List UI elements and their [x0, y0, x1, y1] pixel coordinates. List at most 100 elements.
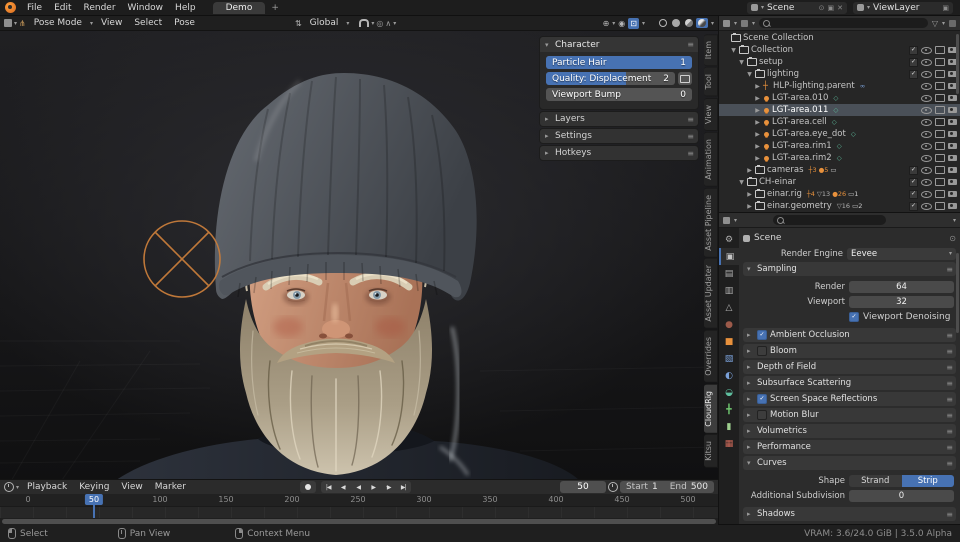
pin-icon[interactable]: ⊙ — [819, 4, 825, 12]
section-shadows[interactable]: ▸ Shadows ≡ — [743, 507, 956, 521]
tab-overrides[interactable]: Overrides — [704, 329, 718, 383]
tab-asset-updater[interactable]: Asset Updater — [704, 258, 718, 329]
disclosure-closed-icon[interactable]: ▶ — [754, 155, 761, 162]
panel-menu-icon[interactable]: ≡ — [946, 411, 953, 420]
timeline-menu-marker[interactable]: Marker — [149, 481, 192, 493]
preview-range-icon[interactable] — [607, 482, 618, 492]
additional-subdivision-field[interactable]: 0 — [849, 489, 954, 502]
viewport-canvas[interactable]: ▾ Character ≡ Particle Hair 1 Quality: Dis… — [0, 31, 718, 479]
slider-particle-hair[interactable]: Particle Hair 1 — [546, 56, 692, 69]
panel-menu-icon[interactable]: ≡ — [946, 443, 953, 452]
disable-render-icon[interactable] — [948, 155, 957, 161]
disable-viewport-icon[interactable] — [935, 58, 945, 66]
disclosure-open-icon[interactable]: ▼ — [746, 71, 753, 78]
properties-tab-tool[interactable]: ⚙ — [719, 231, 739, 248]
exclude-checkbox[interactable]: ✓ — [909, 189, 918, 199]
panel-menu-icon[interactable]: ≡ — [946, 265, 953, 274]
slider-viewport-bump[interactable]: Viewport Bump 0 — [546, 88, 692, 101]
disable-viewport-icon[interactable] — [935, 118, 945, 126]
hide-viewport-icon[interactable] — [921, 154, 932, 162]
section-vol[interactable]: ▸ Volumetrics ≡ — [743, 424, 956, 438]
workspace-tab-demo[interactable]: Demo — [212, 1, 266, 14]
panel-menu-icon[interactable]: ≡ — [687, 40, 694, 49]
jump-end-button[interactable]: ▶| — [396, 481, 411, 493]
menu-render[interactable]: Render — [78, 2, 122, 14]
tab-animation[interactable]: Animation — [704, 131, 718, 187]
tab-view[interactable]: View — [704, 97, 718, 131]
properties-tab-output[interactable]: ▤ — [719, 265, 739, 282]
timeline-scrollbar[interactable] — [0, 518, 718, 525]
disable-render-icon[interactable] — [948, 143, 957, 149]
menu-help[interactable]: Help — [169, 2, 202, 14]
hide-viewport-icon[interactable] — [921, 166, 932, 174]
panel-menu-icon[interactable]: ≡ — [946, 427, 953, 436]
panel-menu-icon[interactable]: ≡ — [946, 379, 953, 388]
tab-item[interactable]: Item — [704, 34, 718, 67]
tab-kitsu[interactable]: Kitsu — [704, 434, 718, 469]
playhead[interactable] — [93, 505, 95, 518]
properties-tab-scene[interactable]: △ — [719, 299, 739, 316]
jump-start-button[interactable]: |◀ — [321, 481, 336, 493]
disable-viewport-icon[interactable] — [935, 178, 945, 186]
disable-viewport-icon[interactable] — [935, 154, 945, 162]
viewport-denoising-checkbox[interactable]: ✓ — [849, 311, 859, 322]
section-sampling[interactable]: ▾ Sampling ≡ — [743, 262, 956, 276]
outliner-row[interactable]: ▼ CH-einar ✓ — [719, 176, 960, 188]
disclosure-closed-icon[interactable]: ▶ — [754, 131, 761, 138]
disclosure-closed-icon[interactable]: ▶ — [746, 203, 753, 210]
auto-key-button[interactable] — [299, 481, 316, 493]
outliner-search-input[interactable] — [759, 18, 928, 28]
menu-window[interactable]: Window — [122, 2, 170, 14]
xray-toggle[interactable]: ⊡ — [628, 17, 639, 29]
shading-rendered[interactable] — [695, 18, 708, 28]
blender-logo-icon[interactable] — [5, 2, 16, 13]
properties-tab-material[interactable]: ▦ — [719, 435, 739, 452]
panel-layers[interactable]: ▸ Layers ≡ — [539, 111, 699, 127]
outliner-row[interactable]: ▶ ┼ HLP-lighting.parent ∞ — [719, 80, 960, 92]
section-sss[interactable]: ▸ Subsurface Scattering ≡ — [743, 376, 956, 390]
hide-viewport-icon[interactable] — [921, 70, 932, 78]
disclosure-closed-icon[interactable]: ▶ — [746, 191, 753, 198]
disclosure-open-icon[interactable]: ▼ — [738, 179, 745, 186]
disable-viewport-icon[interactable] — [935, 94, 945, 102]
panel-menu-icon[interactable]: ≡ — [687, 132, 694, 141]
pin-icon[interactable]: ⊙ — [949, 234, 956, 243]
panel-menu-icon[interactable]: ≡ — [687, 115, 694, 124]
properties-tab-object[interactable]: ■ — [719, 333, 739, 350]
outliner-row[interactable]: ▼ setup ✓ — [719, 56, 960, 68]
viewport-menu-view[interactable]: View — [95, 17, 128, 29]
hide-viewport-icon[interactable] — [921, 94, 932, 102]
scene-selector[interactable]: ▾ Scene ⊙ ▣ ✕ — [747, 1, 847, 14]
timeline-track[interactable] — [0, 507, 718, 518]
hide-viewport-icon[interactable] — [921, 46, 932, 54]
disclosure-open-icon[interactable]: ▼ — [738, 59, 745, 66]
disable-render-icon[interactable] — [948, 167, 957, 173]
add-workspace-button[interactable]: + — [266, 3, 284, 13]
outliner-row[interactable]: ▶ LGT-area.rim2 ◇ — [719, 152, 960, 164]
disable-render-icon[interactable] — [948, 131, 957, 137]
properties-tab-object-data[interactable]: ╋ — [719, 401, 739, 418]
character-panel-header[interactable]: ▾ Character ≡ — [540, 37, 698, 52]
shape-option-strip[interactable]: Strip — [901, 474, 954, 487]
menu-file[interactable]: File — [21, 2, 48, 14]
section-curves[interactable]: ▾ Curves ≡ — [743, 456, 956, 470]
disable-viewport-icon[interactable] — [935, 82, 945, 90]
outliner-row[interactable]: ▶ LGT-area.010 ◇ — [719, 92, 960, 104]
outliner-editor-icon[interactable] — [723, 19, 730, 27]
hide-viewport-icon[interactable] — [921, 106, 932, 114]
disclosure-closed-icon[interactable]: ▶ — [746, 167, 753, 174]
disable-render-icon[interactable] — [948, 95, 957, 101]
play-reverse-button[interactable]: ◀ — [351, 481, 366, 493]
properties-search-input[interactable] — [772, 215, 886, 225]
shape-option-strand[interactable]: Strand — [849, 474, 902, 487]
display-mode-icon[interactable] — [741, 19, 749, 27]
disable-viewport-icon[interactable] — [935, 106, 945, 114]
outliner-row[interactable]: ▼ Collection ✓ — [719, 44, 960, 56]
proportional-edit-icon[interactable]: ◎ — [376, 19, 383, 28]
filter-funnel-icon[interactable]: ▽ — [932, 19, 938, 28]
disable-render-icon[interactable] — [948, 119, 957, 125]
outliner-row[interactable]: Scene Collection — [719, 32, 960, 44]
current-frame-indicator[interactable]: 50 — [84, 494, 104, 505]
properties-tab-world[interactable]: ● — [719, 316, 739, 333]
hide-viewport-icon[interactable] — [921, 118, 932, 126]
